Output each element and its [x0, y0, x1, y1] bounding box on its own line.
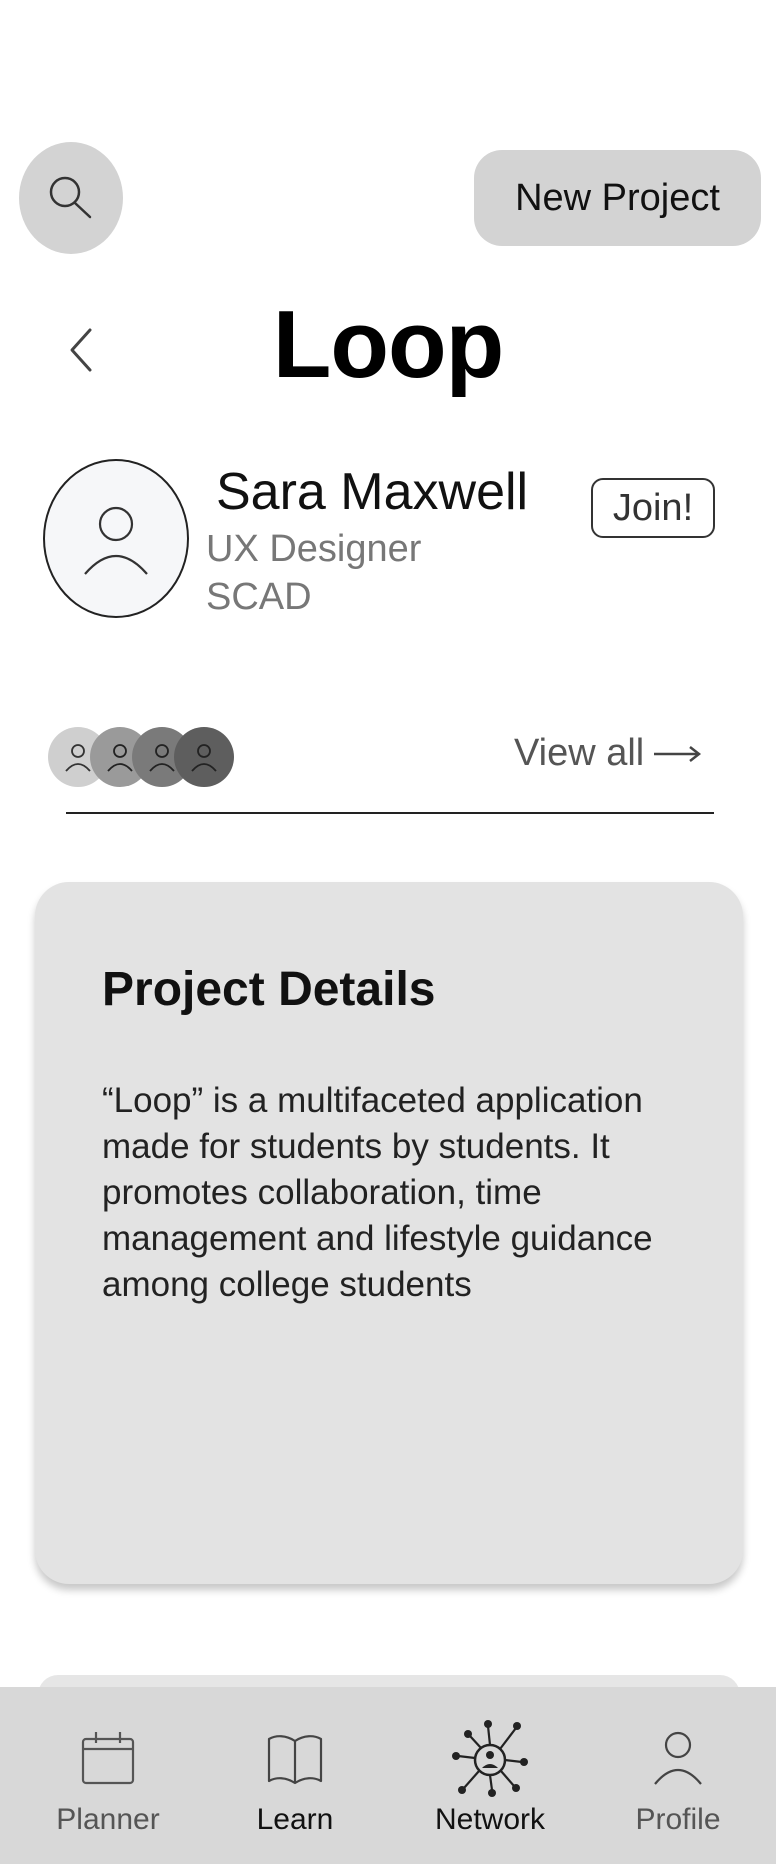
- nav-label: Network: [434, 1803, 546, 1836]
- user-icon: [84, 506, 148, 575]
- member-avatar: [174, 727, 234, 787]
- profile-school: SCAD: [206, 576, 312, 618]
- nav-item-learn[interactable]: Learn: [205, 1687, 385, 1864]
- nav-item-profile[interactable]: Profile: [588, 1687, 768, 1864]
- user-icon: [191, 744, 217, 772]
- join-button[interactable]: Join!: [591, 478, 715, 538]
- view-all-label: View all: [514, 732, 645, 774]
- avatar: [43, 459, 189, 618]
- view-all-link[interactable]: View all: [514, 732, 702, 775]
- new-project-button[interactable]: New Project: [474, 150, 761, 246]
- search-icon: [49, 176, 92, 219]
- divider: [66, 812, 714, 814]
- nav-item-planner[interactable]: Planner: [18, 1687, 198, 1864]
- calendar-icon: [81, 1732, 135, 1785]
- profile-role: UX Designer: [206, 528, 422, 570]
- book-icon: [267, 1735, 323, 1785]
- nav-item-network[interactable]: Network: [400, 1687, 580, 1864]
- network-icon: [452, 1720, 528, 1797]
- bottom-nav: Planner Learn Network Profile: [0, 1687, 776, 1864]
- project-description: “Loop” is a multifaceted application mad…: [102, 1081, 653, 1304]
- user-icon: [654, 1731, 702, 1785]
- profile-name: Sara Maxwell: [216, 463, 529, 521]
- page-title: Loop: [272, 291, 505, 398]
- nav-label: Profile: [635, 1803, 721, 1836]
- nav-label: Planner: [56, 1803, 160, 1836]
- nav-label: Learn: [256, 1803, 334, 1836]
- search-button[interactable]: [19, 142, 123, 254]
- member-avatars[interactable]: [48, 727, 238, 791]
- arrow-right-icon: [654, 745, 702, 762]
- project-details-heading: Project Details: [102, 963, 436, 1016]
